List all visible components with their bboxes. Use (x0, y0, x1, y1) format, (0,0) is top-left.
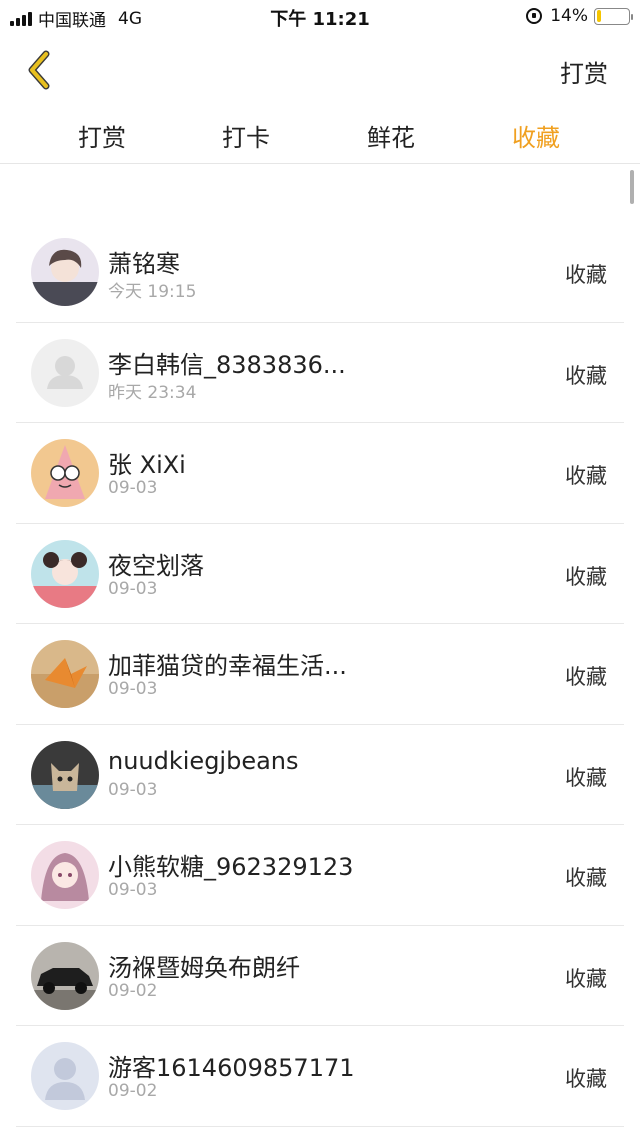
orientation-lock-icon (526, 8, 543, 24)
user-name: 萧铭寒 (108, 250, 180, 278)
action-label: 收藏 (565, 866, 607, 890)
status-bar: 中国联通 4G 下午 11:21 14% (0, 0, 640, 34)
action-label: 收藏 (565, 564, 607, 589)
list-item[interactable]: 加菲猫贷的幸福生活... 09-03 收藏 (16, 624, 624, 725)
action-label: 收藏 (565, 464, 607, 488)
list-item[interactable]: 游客1614609857171 09-02 收藏 (16, 1026, 624, 1127)
favorite-time: 昨天 23:34 (108, 382, 197, 403)
list-item[interactable]: 汤褓暨姆奂布朗纤 09-02 收藏 (16, 926, 624, 1026)
reward-button[interactable]: 打赏 (560, 54, 608, 89)
action-label: 收藏 (565, 765, 607, 790)
list-item[interactable]: 李白韩信_8383836... 昨天 23:34 收藏 (16, 323, 624, 423)
battery-fill (596, 10, 601, 22)
avatar[interactable] (31, 740, 99, 809)
list-item[interactable]: 小熊软糖_962329123 09-03 收藏 (16, 825, 624, 926)
avatar[interactable] (31, 1042, 99, 1110)
action-label: 收藏 (565, 665, 607, 689)
favorite-time: 09-03 (108, 478, 158, 498)
avatar[interactable] (31, 841, 99, 909)
favorite-time: 今天 19:15 (108, 282, 197, 302)
favorite-time: 09-03 (108, 779, 158, 800)
user-name: 夜空划落 (108, 551, 204, 580)
list-item[interactable]: 夜空划落 09-03 收藏 (16, 524, 624, 624)
tab-favorites[interactable]: 收藏 (476, 118, 596, 153)
avatar[interactable] (31, 640, 99, 708)
tab-reward[interactable]: 打赏 (42, 118, 162, 153)
user-name: 小熊软糖_962329123 (108, 853, 354, 881)
back-button[interactable] (22, 50, 58, 90)
tab-checkin[interactable]: 打卡 (186, 118, 306, 153)
battery-percent: 14% (550, 6, 588, 26)
tab-bar: 打赏 打卡 鲜花 收藏 (0, 106, 640, 164)
user-name: 张 XiXi (108, 451, 186, 479)
avatar[interactable] (31, 539, 99, 608)
avatar[interactable] (31, 238, 99, 306)
list-item[interactable]: 萧铭寒 今天 19:15 收藏 (16, 222, 624, 323)
action-label: 收藏 (565, 1067, 607, 1091)
action-label: 收藏 (565, 263, 607, 287)
tab-flowers[interactable]: 鲜花 (331, 118, 451, 153)
favorite-time: 09-03 (108, 578, 158, 599)
avatar[interactable] (31, 439, 99, 507)
action-label: 收藏 (565, 966, 607, 991)
scrollbar[interactable] (630, 170, 634, 204)
chevron-left-icon (28, 50, 50, 90)
nav-bar: 打赏 (0, 34, 640, 106)
list-item[interactable]: 张 XiXi 09-03 收藏 (16, 423, 624, 524)
user-name: 李白韩信_8383836... (108, 350, 346, 379)
avatar[interactable] (31, 941, 99, 1010)
avatar[interactable] (31, 338, 99, 407)
user-name: 加菲猫贷的幸福生活... (108, 652, 347, 680)
favorite-time: 09-03 (108, 880, 158, 900)
favorite-time: 09-02 (108, 1081, 158, 1101)
status-right: 14% (526, 6, 633, 26)
list-item[interactable]: nuudkiegjbeans 09-03 收藏 (16, 725, 624, 825)
favorite-time: 09-02 (108, 980, 158, 1001)
action-label: 收藏 (565, 363, 607, 388)
battery-icon (594, 7, 633, 25)
user-name: nuudkiegjbeans (108, 746, 299, 775)
user-name: 游客1614609857171 (108, 1054, 355, 1082)
user-name: 汤褓暨姆奂布朗纤 (108, 953, 300, 982)
favorite-time: 09-03 (108, 679, 158, 699)
favorites-list: 萧铭寒 今天 19:15 收藏 李白韩信_8383836... 昨天 23:34… (16, 222, 624, 1127)
